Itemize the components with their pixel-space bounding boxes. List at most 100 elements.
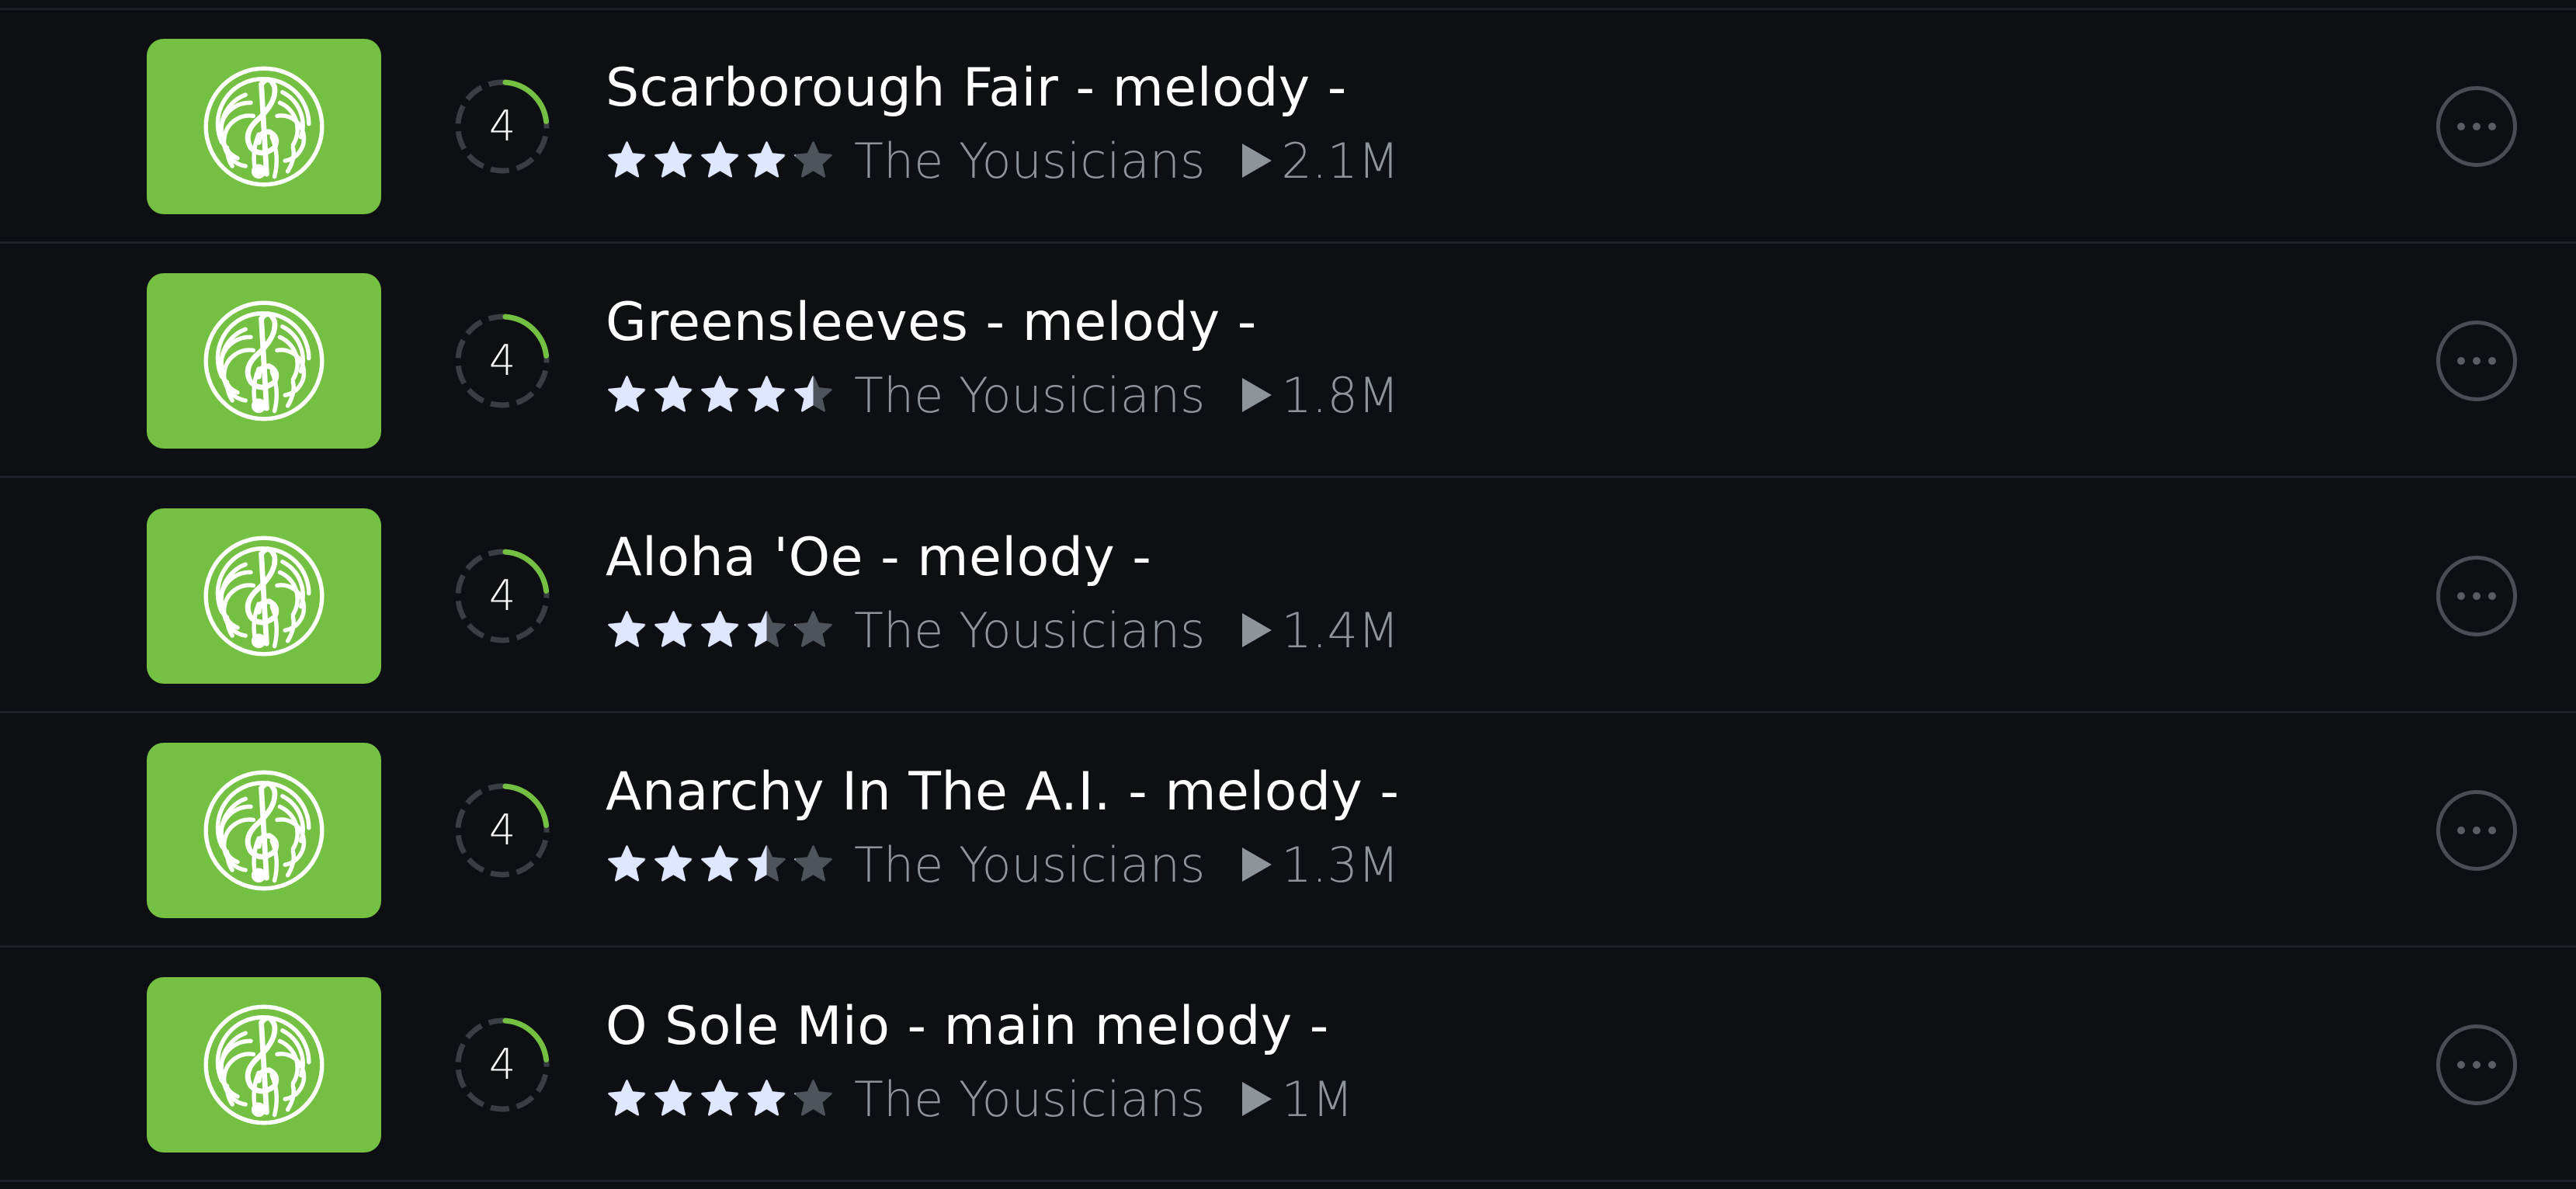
artist-name[interactable]: The Yousicians: [854, 133, 1205, 189]
level-number: 4: [488, 1040, 516, 1089]
song-title[interactable]: Anarchy In The A.I. - melody -: [606, 761, 1399, 823]
play-count-icon: [1242, 144, 1272, 178]
play-count: 1.3M: [1281, 836, 1400, 893]
star-icon: [654, 845, 693, 882]
more-dot: [2488, 123, 2496, 130]
level-number: 4: [488, 806, 516, 854]
song-thumbnail[interactable]: [147, 39, 381, 214]
song-thumbnail[interactable]: [147, 743, 381, 918]
play-count-icon: [1242, 848, 1272, 882]
more-dot: [2488, 592, 2496, 600]
star-icon: [608, 1080, 646, 1116]
star-rating: [606, 843, 838, 886]
yousician-logo-icon: [198, 999, 330, 1131]
artist-name[interactable]: The Yousicians: [854, 1071, 1205, 1128]
star-icon: [748, 1080, 786, 1116]
play-count: 1M: [1281, 1070, 1354, 1128]
more-options-button[interactable]: [2436, 790, 2517, 871]
play-count: 1.4M: [1281, 601, 1400, 659]
level-number: 4: [488, 571, 516, 620]
star-icon: [748, 611, 786, 647]
star-icon: [748, 376, 786, 412]
song-meta: The Yousicians 1.3M: [606, 836, 1400, 893]
song-thumbnail[interactable]: [147, 273, 381, 449]
song-title[interactable]: Aloha 'Oe - melody -: [606, 527, 1151, 588]
more-dot: [2473, 1061, 2481, 1069]
star-icon: [748, 141, 786, 178]
song-row[interactable]: 4 Greensleeves - melody - The Yousicians…: [0, 244, 2576, 478]
star-icon: [794, 1080, 832, 1116]
star-rating: [606, 608, 838, 652]
star-icon: [654, 611, 693, 647]
difficulty-level-badge: 4: [452, 310, 553, 411]
star-icon: [794, 376, 832, 412]
star-icon: [794, 845, 832, 882]
song-row[interactable]: 4 Scarborough Fair - melody - The Yousic…: [0, 9, 2576, 244]
song-meta: The Yousicians 2.1M: [606, 132, 1400, 189]
song-row[interactable]: 4 O Sole Mio - main melody - The Yousici…: [0, 948, 2576, 1182]
star-rating: [606, 373, 838, 417]
star-icon: [701, 376, 739, 412]
difficulty-level-badge: 4: [452, 1014, 553, 1115]
artist-name[interactable]: The Yousicians: [854, 837, 1205, 893]
star-icon: [701, 1080, 739, 1116]
play-count: 2.1M: [1281, 132, 1400, 189]
more-dot: [2457, 592, 2465, 600]
song-meta: The Yousicians 1.4M: [606, 601, 1400, 659]
difficulty-level-badge: 4: [452, 546, 553, 646]
more-dot: [2457, 1061, 2465, 1069]
yousician-logo-icon: [198, 530, 330, 662]
more-options-button[interactable]: [2436, 86, 2517, 167]
star-rating: [606, 139, 838, 182]
song-thumbnail[interactable]: [147, 977, 381, 1153]
more-dot: [2457, 357, 2465, 365]
artist-name[interactable]: The Yousicians: [854, 602, 1205, 659]
more-dot: [2488, 357, 2496, 365]
more-options-button[interactable]: [2436, 321, 2517, 401]
song-meta: The Yousicians 1M: [606, 1070, 1354, 1128]
star-icon: [608, 611, 646, 647]
star-icon: [654, 376, 693, 412]
song-row[interactable]: 4 Aloha 'Oe - melody - The Yousicians 1.…: [0, 479, 2576, 713]
more-dot: [2457, 123, 2465, 130]
more-dot: [2473, 123, 2481, 130]
star-icon: [654, 1080, 693, 1116]
star-icon: [608, 376, 646, 412]
star-icon: [701, 845, 739, 882]
play-count: 1.8M: [1281, 366, 1400, 424]
more-dot: [2488, 1061, 2496, 1069]
song-meta: The Yousicians 1.8M: [606, 366, 1400, 424]
song-title[interactable]: Greensleeves - melody -: [606, 292, 1257, 353]
yousician-logo-icon: [198, 764, 330, 896]
more-dot: [2457, 827, 2465, 834]
more-options-button[interactable]: [2436, 1024, 2517, 1105]
star-icon: [608, 845, 646, 882]
level-number: 4: [488, 336, 516, 385]
level-number: 4: [488, 102, 516, 151]
artist-name[interactable]: The Yousicians: [854, 367, 1205, 424]
more-options-button[interactable]: [2436, 556, 2517, 636]
song-thumbnail[interactable]: [147, 508, 381, 684]
more-dot: [2473, 827, 2481, 834]
yousician-logo-icon: [198, 61, 330, 192]
play-count-icon: [1242, 613, 1272, 647]
star-icon: [654, 141, 693, 178]
difficulty-level-badge: 4: [452, 76, 553, 177]
star-icon: [608, 141, 646, 178]
song-list: 4 Scarborough Fair - melody - The Yousic…: [0, 0, 2576, 1189]
difficulty-level-badge: 4: [452, 780, 553, 881]
yousician-logo-icon: [198, 295, 330, 427]
song-row[interactable]: 4 Anarchy In The A.I. - melody - The You…: [0, 713, 2576, 948]
more-dot: [2488, 827, 2496, 834]
star-rating: [606, 1077, 838, 1121]
song-title[interactable]: Scarborough Fair - melody -: [606, 57, 1347, 119]
play-count-icon: [1242, 1082, 1272, 1116]
more-dot: [2473, 357, 2481, 365]
more-dot: [2473, 592, 2481, 600]
play-count-icon: [1242, 378, 1272, 412]
star-icon: [701, 141, 739, 178]
star-icon: [748, 845, 786, 882]
song-title[interactable]: O Sole Mio - main melody -: [606, 996, 1329, 1057]
star-icon: [794, 611, 832, 647]
star-icon: [701, 611, 739, 647]
